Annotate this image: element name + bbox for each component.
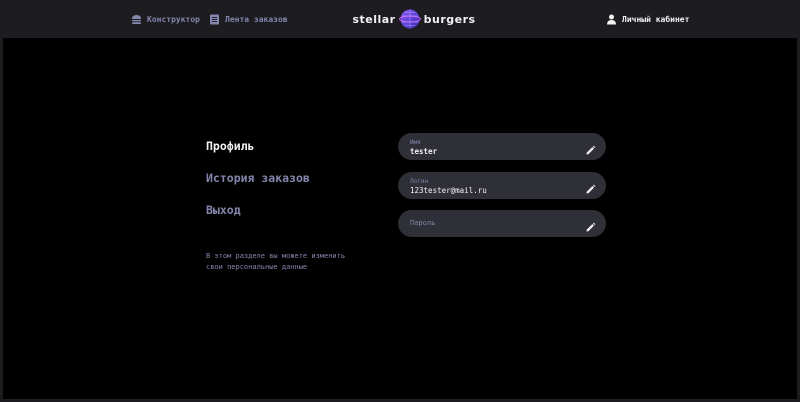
password-field-placeholder[interactable]: Пароль xyxy=(410,219,435,227)
name-field-value[interactable]: tester xyxy=(410,147,570,156)
name-field-label: Имя xyxy=(410,139,421,146)
name-field[interactable]: Имя tester xyxy=(398,133,606,160)
edit-icon[interactable] xyxy=(585,218,596,232)
edit-icon[interactable] xyxy=(585,180,596,194)
password-field[interactable]: Пароль xyxy=(398,210,606,237)
profile-note: В этом разделе вы можете изменить свои п… xyxy=(206,252,346,271)
profile-menu: Профиль История заказов Выход xyxy=(206,138,376,234)
app-header: Конструктор Лента заказов stellar burger… xyxy=(3,0,797,38)
nav-feed-label: Лента заказов xyxy=(225,14,288,24)
login-field-value[interactable]: 123tester@mail.ru xyxy=(410,186,570,195)
nav-constructor-link[interactable]: Конструктор xyxy=(131,12,200,26)
login-field[interactable]: Логин 123tester@mail.ru xyxy=(398,172,606,199)
menu-item-logout[interactable]: Выход xyxy=(206,202,376,218)
profile-icon xyxy=(606,14,617,25)
edit-icon[interactable] xyxy=(585,141,596,155)
planet-logo-icon xyxy=(398,8,421,30)
nav-constructor-label: Конструктор xyxy=(147,14,200,24)
burger-icon xyxy=(131,14,142,25)
stellar-burgers-logo[interactable]: stellar burgers xyxy=(349,8,479,30)
list-icon xyxy=(209,14,220,25)
menu-item-order-history[interactable]: История заказов xyxy=(206,170,376,186)
app-page: Конструктор Лента заказов stellar burger… xyxy=(0,0,800,402)
nav-account-link[interactable]: Личный кабинет xyxy=(606,12,689,26)
login-field-label: Логин xyxy=(410,178,429,185)
nav-account-label: Личный кабинет xyxy=(622,14,690,24)
menu-item-profile[interactable]: Профиль xyxy=(206,138,376,154)
logo-text-left: stellar xyxy=(352,12,396,26)
nav-feed-link[interactable]: Лента заказов xyxy=(209,12,288,26)
logo-text-right: burgers xyxy=(423,12,476,26)
